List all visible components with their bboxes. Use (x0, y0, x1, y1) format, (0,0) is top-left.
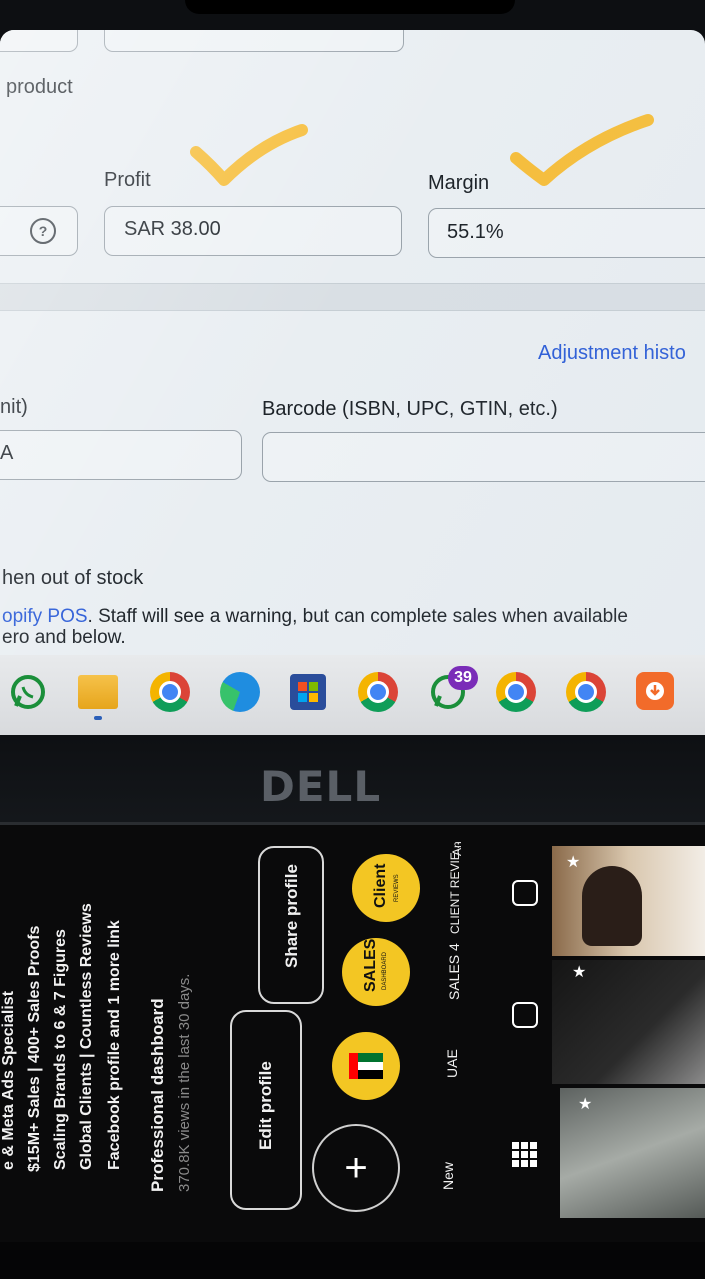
professional-dashboard-sub: 370.8K views in the last 30 days. (176, 973, 193, 1192)
shopify-pos-link[interactable]: opify POS (2, 606, 88, 627)
whatsapp-icon[interactable] (8, 672, 48, 712)
out-of-stock-heading: hen out of stock (2, 567, 144, 589)
margin-label: Margin (428, 172, 490, 194)
help-glyph: ? (38, 223, 48, 239)
person-image (582, 866, 642, 946)
download-app-icon[interactable] (636, 672, 674, 710)
barcode-label: Barcode (ISBN, UPC, GTIN, etc.) (262, 398, 558, 420)
highlight-label-new: New (440, 1161, 456, 1190)
chrome-icon[interactable] (150, 672, 190, 712)
margin-value: 55.1% (447, 221, 504, 243)
highlight-sales[interactable]: SALES DASHBOARD (342, 938, 410, 1006)
camera-notch (185, 0, 515, 14)
card-separator (0, 283, 705, 311)
highlight-uae[interactable] (332, 1032, 400, 1100)
laptop-screen: product Profit SAR 38.00 Margin 55.1% ? … (0, 30, 705, 735)
chrome-profile-icon[interactable] (358, 672, 398, 712)
highlight-client-sub: REVIEWS (394, 874, 400, 902)
uae-flag-icon (349, 1053, 383, 1079)
highlight-sales-sub: DASHBOARD (382, 951, 388, 990)
highlight-label-uae: UAE (444, 1049, 460, 1078)
highlight-label-sales: SALES 4 (446, 943, 462, 1000)
facebook-link[interactable]: Facebook profile and 1 more link (106, 920, 124, 1170)
chrome-icon-2[interactable] (496, 672, 536, 712)
adjustment-history-link[interactable]: Adjustment histo (538, 342, 686, 365)
edit-profile-label: Edit profile (256, 1061, 275, 1150)
sku-label-fragment: nit) (0, 396, 28, 418)
compare-input-partial[interactable] (104, 30, 404, 52)
dell-logo: DELL (260, 762, 382, 811)
chrome-icon-3[interactable] (566, 672, 606, 712)
file-explorer-icon[interactable] (78, 675, 118, 709)
checkmark-margin-icon (510, 114, 654, 186)
grid-icon[interactable] (510, 1140, 540, 1170)
highlight-label-an: An (450, 841, 464, 856)
pos-description-2: ero and below. (2, 627, 126, 648)
phone-bottom-edge (0, 1242, 705, 1279)
profit-value: SAR 38.00 (124, 218, 221, 240)
notification-badge: 39 (448, 666, 478, 690)
highlight-new[interactable]: + (312, 1124, 400, 1212)
pos-description: opify POS. Staff will see a warning, but… (2, 606, 628, 628)
bio-line-1: e & Meta Ads Specialist (0, 990, 17, 1170)
active-app-indicator (94, 716, 102, 720)
barcode-field[interactable] (262, 432, 705, 482)
pin-icon: ★ (566, 854, 581, 871)
section-title-fragment: product (6, 76, 73, 98)
profit-label: Profit (104, 169, 151, 191)
highlight-sales-text: SALES (362, 938, 379, 992)
pin-icon-2: ★ (572, 964, 587, 981)
sku-field[interactable] (0, 430, 242, 480)
plus-icon: + (344, 1145, 368, 1190)
edge-icon[interactable] (220, 672, 260, 712)
bio-line-4: Global Clients | Countless Reviews (78, 903, 95, 1170)
store-icon[interactable] (290, 674, 326, 710)
bio-line-3: Scaling Brands to 6 & 7 Figures (52, 929, 69, 1170)
pos-description-text: . Staff will see a warning, but can comp… (87, 606, 628, 627)
highlight-client-reviews[interactable]: Client REVIEWS (352, 854, 420, 922)
sku-value-fragment: A (0, 442, 14, 464)
pin-icon-3: ★ (578, 1096, 593, 1113)
cost-input-partial[interactable] (0, 30, 78, 52)
help-icon[interactable]: ? (30, 218, 56, 244)
tagged-icon[interactable] (512, 880, 538, 906)
checkmark-profit-icon (190, 124, 308, 186)
bio-line-2: $15M+ Sales | 400+ Sales Proofs (26, 925, 43, 1172)
share-profile-label: Share profile (282, 864, 301, 968)
reels-icon[interactable] (512, 1002, 538, 1028)
professional-dashboard-title[interactable]: Professional dashboard (148, 998, 168, 1192)
highlight-client-text: Client (372, 863, 389, 908)
